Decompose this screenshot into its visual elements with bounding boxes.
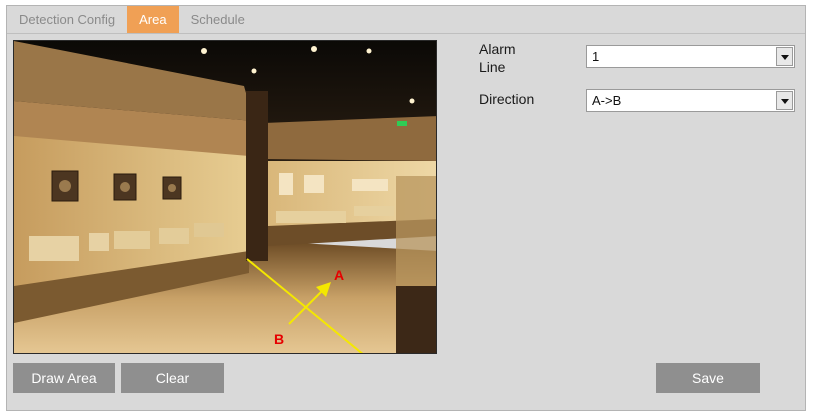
direction-value: A->B — [592, 93, 622, 108]
tab-area[interactable]: Area — [127, 6, 179, 33]
alarm-line-value: 1 — [592, 49, 600, 64]
direction-label: Direction — [479, 91, 535, 107]
chevron-down-icon[interactable] — [776, 47, 793, 66]
camera-image — [14, 41, 436, 353]
tab-divider — [7, 33, 805, 34]
alarm-line-select[interactable]: 1 — [586, 45, 795, 68]
direction-select[interactable]: A->B — [586, 89, 795, 112]
clear-button[interactable]: Clear — [121, 363, 224, 393]
save-button[interactable]: Save — [656, 363, 760, 393]
tab-detection-config[interactable]: Detection Config — [7, 6, 127, 33]
direction-label-a: A — [334, 267, 345, 283]
video-preview[interactable]: A B — [13, 40, 437, 354]
chevron-down-icon[interactable] — [776, 91, 793, 110]
direction-label-b: B — [274, 331, 285, 347]
tab-bar: Detection Config Area Schedule — [7, 6, 257, 34]
draw-area-button[interactable]: Draw Area — [13, 363, 115, 393]
tab-schedule[interactable]: Schedule — [179, 6, 257, 33]
detection-settings-panel: Detection Config Area Schedule A B Alarm… — [6, 5, 806, 411]
alarm-line-label: Alarm Line — [479, 41, 516, 75]
